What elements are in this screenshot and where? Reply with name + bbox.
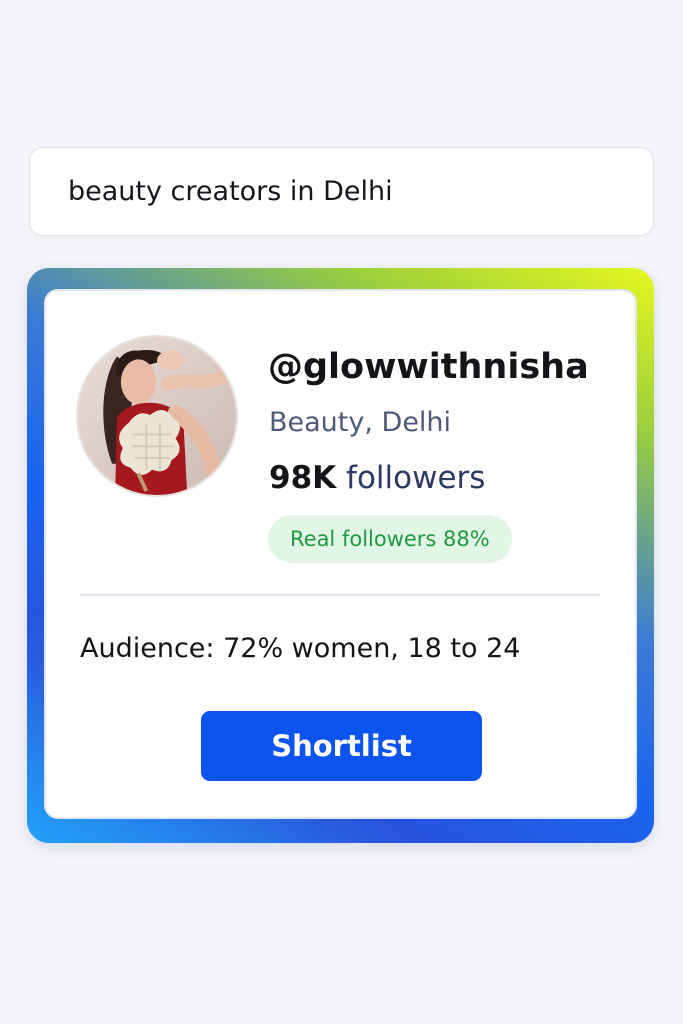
creator-card: @glowwithnisha Beauty, Delhi 98K followe… — [44, 289, 637, 819]
follower-count-value: 98K — [269, 460, 337, 496]
search-input[interactable]: beauty creators in Delhi — [29, 147, 654, 236]
shortlist-button[interactable]: Shortlist — [201, 711, 482, 781]
real-followers-badge: Real followers 88% — [268, 515, 512, 563]
follower-count: 98K followers — [269, 460, 485, 496]
avatar[interactable] — [76, 335, 238, 497]
search-query-text: beauty creators in Delhi — [68, 176, 393, 207]
divider — [80, 594, 600, 596]
creator-photo-icon — [78, 337, 236, 495]
follower-count-label: followers — [346, 460, 486, 496]
creator-handle[interactable]: @glowwithnisha — [268, 347, 589, 387]
audience-summary: Audience: 72% women, 18 to 24 — [80, 633, 521, 664]
creator-niche-location: Beauty, Delhi — [269, 407, 452, 438]
